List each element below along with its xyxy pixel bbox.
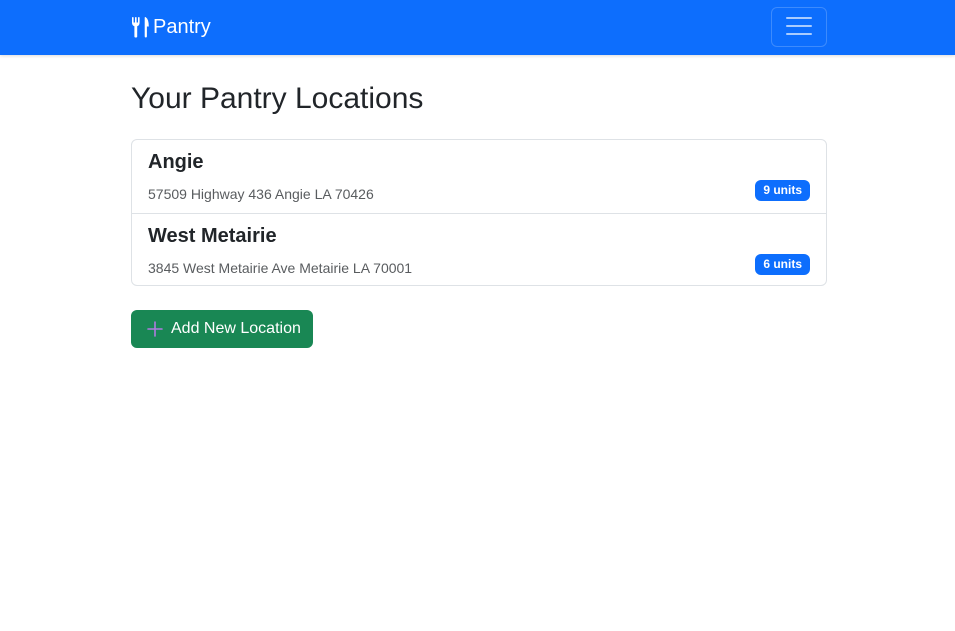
location-address: 3845 West Metairie Ave Metairie LA 70001 (148, 260, 413, 276)
location-name: Angie (148, 151, 204, 173)
brand-name: Pantry (153, 16, 211, 38)
units-badge: 9 units (755, 180, 810, 201)
brand-link[interactable]: Pantry (131, 15, 211, 39)
page-title: Your Pantry Locations (131, 82, 424, 115)
add-new-location-label: Add New Location (171, 320, 301, 337)
location-name: West Metairie (148, 225, 277, 247)
location-item-west-metairie[interactable]: West Metairie 3845 West Metairie Ave Met… (132, 213, 826, 285)
hamburger-menu-icon (786, 15, 812, 40)
plus-icon (147, 321, 163, 337)
top-navbar: Pantry (0, 0, 955, 55)
locations-list: Angie 57509 Highway 436 Angie LA 70426 9… (131, 139, 827, 286)
location-item-angie[interactable]: Angie 57509 Highway 436 Angie LA 70426 9… (132, 140, 826, 213)
location-address: 57509 Highway 436 Angie LA 70426 (148, 186, 374, 202)
navbar-toggler-button[interactable] (771, 7, 827, 47)
fork-knife-icon (131, 16, 150, 38)
units-badge: 6 units (755, 254, 810, 275)
add-new-location-button[interactable]: Add New Location (131, 310, 313, 348)
